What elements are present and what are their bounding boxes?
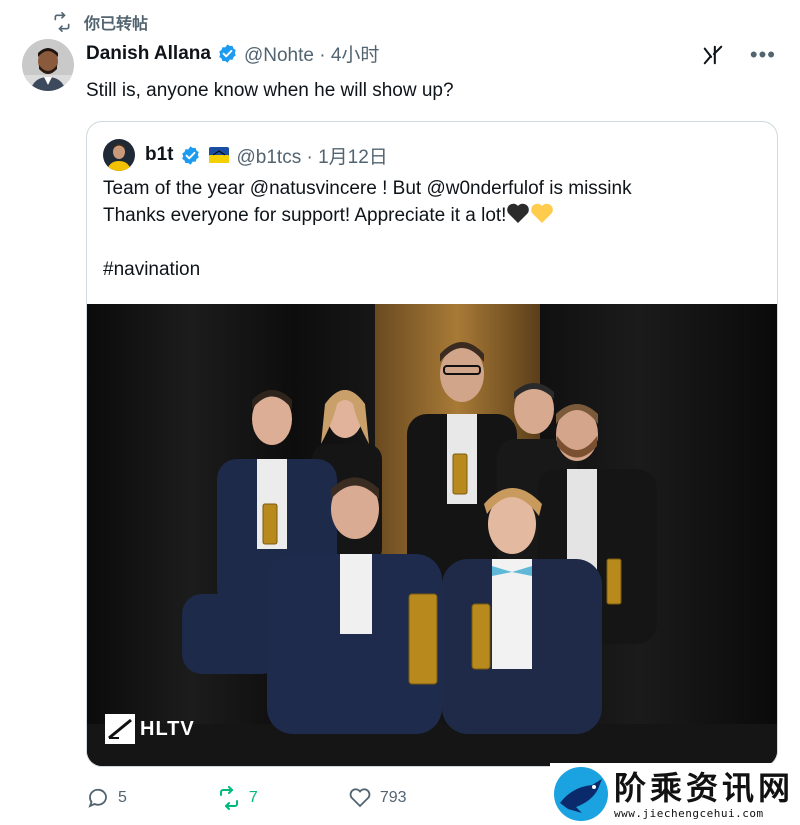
quoted-author-name[interactable]: b1t bbox=[145, 144, 174, 166]
author-handle-time[interactable]: @Nohte · 4小时 bbox=[244, 40, 379, 67]
site-logo-icon bbox=[554, 767, 608, 821]
team-badge-icon bbox=[208, 147, 229, 163]
quoted-text-line bbox=[103, 229, 763, 256]
tweet-header: Danish Allana @Nohte · 4小时 bbox=[86, 40, 379, 67]
like-count: 793 bbox=[379, 789, 407, 806]
like-button[interactable]: 793 bbox=[348, 786, 407, 810]
grok-icon[interactable] bbox=[702, 43, 724, 67]
reply-count: 5 bbox=[118, 789, 127, 806]
repost-button[interactable]: 7 bbox=[217, 786, 258, 810]
quoted-text-line: Thanks everyone for support! Appreciate … bbox=[103, 202, 763, 229]
quoted-handle-time[interactable]: @b1tcs · 1月12日 bbox=[237, 142, 388, 169]
tweet-top-actions: ••• bbox=[702, 43, 776, 67]
tweet-text: Still is, anyone know when he will show … bbox=[86, 80, 454, 101]
reply-icon bbox=[88, 788, 107, 808]
reply-button[interactable]: 5 bbox=[86, 786, 127, 810]
quoted-tweet-text: Team of the year @natusvincere ! But @w0… bbox=[103, 175, 763, 283]
repost-icon bbox=[219, 786, 238, 810]
site-watermark-title: 阶乘资讯网 bbox=[614, 768, 795, 807]
more-options-icon[interactable]: ••• bbox=[750, 44, 776, 66]
hltv-logo bbox=[105, 714, 135, 744]
author-name[interactable]: Danish Allana bbox=[86, 43, 211, 65]
quoted-author-avatar[interactable] bbox=[103, 139, 135, 171]
quoted-hashtag[interactable]: #navination bbox=[103, 256, 763, 283]
repost-count: 7 bbox=[248, 789, 258, 806]
hltv-watermark-label: HLTV bbox=[140, 718, 195, 740]
site-watermark: 阶乘资讯网 www.jiechengcehui.com bbox=[550, 763, 800, 825]
quoted-tweet-header: b1t @b1tcs · 1月12日 bbox=[103, 139, 388, 171]
repost-banner-label: 你已转帖 bbox=[84, 16, 149, 33]
repost-banner: 你已转帖 bbox=[52, 10, 148, 34]
author-avatar[interactable] bbox=[22, 39, 74, 91]
heart-icon bbox=[349, 788, 371, 808]
verified-badge-icon bbox=[181, 145, 199, 165]
quoted-tweet[interactable]: b1t @b1tcs · 1月12日 Team of the year @nat… bbox=[86, 121, 778, 767]
yellow-heart-icon bbox=[531, 203, 554, 223]
verified-badge-icon bbox=[219, 44, 236, 63]
quoted-text-line: Team of the year @natusvincere ! But @w0… bbox=[103, 178, 632, 199]
black-heart-icon bbox=[507, 203, 530, 223]
team-photo[interactable] bbox=[87, 304, 777, 766]
repost-icon bbox=[54, 12, 70, 32]
site-watermark-url: www.jiechengcehui.com bbox=[614, 806, 764, 820]
